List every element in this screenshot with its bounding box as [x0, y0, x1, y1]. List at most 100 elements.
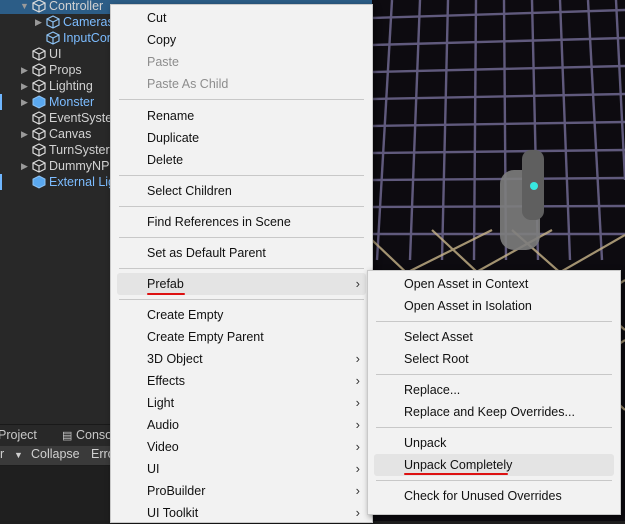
menu-item-probuilder[interactable]: ProBuilder › [117, 480, 366, 502]
menu-item-copy[interactable]: Copy [117, 29, 366, 51]
tab-project[interactable]: Project [0, 428, 37, 442]
menu-item-paste: Paste [117, 51, 366, 73]
menu-separator [119, 175, 364, 176]
hierarchy-item-label: DummyNP [49, 159, 110, 173]
chevron-right-icon: › [355, 351, 360, 366]
menu-item-label: Open Asset in Context [404, 277, 529, 291]
submenu-item-open-asset-in-isolation[interactable]: Open Asset in Isolation [374, 295, 614, 317]
submenu-item-select-asset[interactable]: Select Asset [374, 326, 614, 348]
prefab-override-bar [0, 94, 2, 110]
menu-item-paste-as-child: Paste As Child [117, 73, 366, 95]
menu-separator [376, 321, 612, 322]
cube-icon [32, 0, 46, 13]
menu-separator [119, 206, 364, 207]
menu-item-label: Paste [147, 55, 179, 69]
chevron-right-icon: › [355, 483, 360, 498]
console-icon: ▤ [62, 430, 73, 442]
menu-item-label: Unpack [404, 436, 447, 450]
chevron-right-icon[interactable]: ▶ [21, 62, 28, 78]
menu-item-effects[interactable]: Effects › [117, 370, 366, 392]
menu-item-label: 3D Object [147, 352, 203, 366]
cube-icon [46, 31, 60, 45]
menu-item-label: Delete [147, 153, 184, 167]
chevron-right-icon: › [355, 417, 360, 432]
menu-separator [376, 427, 612, 428]
menu-item-label: Find References in Scene [147, 215, 291, 229]
menu-item-light[interactable]: Light › [117, 392, 366, 414]
menu-item-rename[interactable]: Rename [117, 105, 366, 127]
chevron-right-icon: › [355, 373, 360, 388]
menu-item-3d-object[interactable]: 3D Object › [117, 348, 366, 370]
submenu-item-check-unused-overrides[interactable]: Check for Unused Overrides [374, 485, 614, 507]
cube-icon [32, 143, 46, 157]
menu-item-find-references[interactable]: Find References in Scene [117, 211, 366, 233]
hierarchy-item-label: EventSyste [49, 111, 113, 125]
menu-item-label: UI [147, 462, 160, 476]
menu-separator [119, 237, 364, 238]
chevron-right-icon[interactable]: ▶ [21, 94, 28, 110]
hierarchy-item-label: InputCon [63, 31, 114, 45]
menu-item-ui[interactable]: UI › [117, 458, 366, 480]
hierarchy-item-label: TurnSyster [49, 143, 110, 157]
cube-icon [32, 175, 46, 189]
cube-icon [46, 15, 60, 29]
prefab-override-bar [0, 174, 2, 190]
menu-item-label: Effects [147, 374, 185, 388]
menu-item-audio[interactable]: Audio › [117, 414, 366, 436]
menu-item-label: Create Empty Parent [147, 330, 264, 344]
menu-item-prefab[interactable]: Prefab › [117, 273, 366, 295]
submenu-item-select-root[interactable]: Select Root [374, 348, 614, 370]
menu-separator [376, 480, 612, 481]
chevron-right-icon[interactable]: ▶ [21, 126, 28, 142]
cube-icon [32, 159, 46, 173]
menu-item-label: Audio [147, 418, 179, 432]
hierarchy-item-label: Monster [49, 95, 95, 109]
chevron-right-icon[interactable]: ▶ [35, 14, 42, 30]
menu-item-label: Cut [147, 11, 167, 25]
menu-item-set-default-parent[interactable]: Set as Default Parent [117, 242, 366, 264]
menu-item-duplicate[interactable]: Duplicate [117, 127, 366, 149]
chevron-right-icon[interactable]: ▶ [21, 158, 28, 174]
menu-item-label: Set as Default Parent [147, 246, 266, 260]
menu-separator [119, 299, 364, 300]
menu-item-label: Create Empty [147, 308, 224, 322]
hierarchy-item-label: Canvas [49, 127, 92, 141]
annotation-underline [404, 473, 508, 475]
menu-item-video[interactable]: Video › [117, 436, 366, 458]
collapse-button[interactable]: Collapse [31, 447, 80, 461]
menu-item-label: Rename [147, 109, 195, 123]
menu-item-select-children[interactable]: Select Children [117, 180, 366, 202]
menu-item-create-empty[interactable]: Create Empty [117, 304, 366, 326]
menu-item-label: Replace... [404, 383, 461, 397]
menu-item-label: Select Children [147, 184, 232, 198]
menu-item-label: Check for Unused Overrides [404, 489, 562, 503]
submenu-item-unpack[interactable]: Unpack [374, 432, 614, 454]
menu-item-label: Duplicate [147, 131, 200, 145]
menu-item-cut[interactable]: Cut [117, 7, 366, 29]
dropdown-arrow-icon[interactable]: ▼ [14, 450, 23, 460]
menu-item-label: Select Root [404, 352, 469, 366]
menu-item-label: Replace and Keep Overrides... [404, 405, 575, 419]
menu-item-create-empty-parent[interactable]: Create Empty Parent [117, 326, 366, 348]
submenu-item-replace-keep-overrides[interactable]: Replace and Keep Overrides... [374, 401, 614, 423]
hierarchy-item-label: Cameras [63, 15, 114, 29]
expand-arrow-icon[interactable]: ▼ [20, 0, 29, 14]
context-menu: Cut Copy Paste Paste As Child Rename Dup… [110, 4, 373, 523]
chevron-right-icon: › [355, 395, 360, 410]
hierarchy-item-label: UI [49, 47, 62, 61]
menu-item-label: Light [147, 396, 175, 410]
menu-item-delete[interactable]: Delete [117, 149, 366, 171]
hierarchy-item-label: External Lig [49, 175, 116, 189]
submenu-item-replace[interactable]: Replace... [374, 379, 614, 401]
cube-icon [32, 63, 46, 77]
menu-item-label: Select Asset [404, 330, 473, 344]
submenu-item-open-asset-in-context[interactable]: Open Asset in Context [374, 273, 614, 295]
chevron-right-icon: › [355, 439, 360, 454]
menu-item-label: Prefab [147, 277, 184, 291]
menu-separator [119, 99, 364, 100]
menu-item-label: Video [147, 440, 179, 454]
clear-button[interactable]: r [0, 447, 4, 461]
chevron-right-icon: › [355, 461, 360, 476]
menu-separator [119, 268, 364, 269]
chevron-right-icon[interactable]: ▶ [21, 78, 28, 94]
